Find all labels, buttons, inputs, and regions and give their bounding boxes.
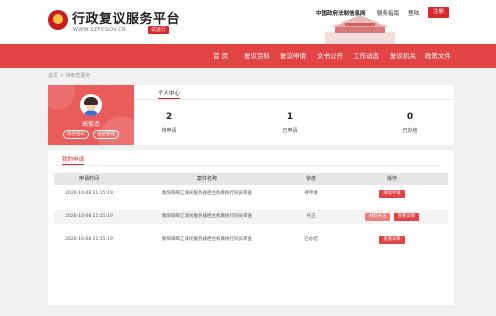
continue-application-button[interactable]: 继续申请 [379,190,405,198]
service-guide-link[interactable]: 服务指南 [377,9,399,19]
top-header: 行政复议服务平台 WWW.XZFY.GOV.CN 试运行 中国政府法制信息网 服… [0,0,496,44]
tab-divider [134,99,454,100]
applications-panel: 我的申请 申请时间 案件名称 状态 操作 2020-10-08 21:15:19… [48,150,454,305]
avatar [80,94,102,116]
row-actions: 查看详情 [349,233,435,247]
stat-applied-label: 已申请 [282,128,298,134]
gov-legal-info-link[interactable]: 中国政府法制信息网 [316,9,366,19]
title-divider [62,165,442,166]
row-case-name[interactable]: 衡阳珠晖江泽民服务器柜台机库执行同员审查 [127,187,287,201]
table-row: 2020-10-08 21:15:19 衡阳珠晖江泽民服务器柜台机库执行同员审查… [54,210,448,224]
row-case-name[interactable]: 衡阳珠晖江泽民服务器柜台机库执行同员审查 [127,210,287,224]
trial-badge: 试运行 [148,26,170,34]
view-details-button[interactable]: 查看详情 [379,236,405,244]
row-actions: 材料补正 查看详情 [349,210,435,224]
stat-applied-count[interactable]: 1 [270,112,310,122]
stat-closed-label: 已办结 [402,128,418,134]
view-details-button[interactable]: 查看详情 [393,213,419,221]
supplement-materials-button[interactable]: 材料补正 [365,213,391,221]
nav-item-encyclopedia[interactable]: 复议百科 [244,44,270,68]
nav-item-agencies[interactable]: 复议机关 [390,44,416,68]
tab-personal-center[interactable]: 个人中心 [158,89,180,97]
my-applications-title[interactable]: 我的申请 [62,155,84,163]
nav-item-home[interactable]: 首 页 [213,44,228,68]
column-header-case-name: 案件名称 [196,176,217,182]
nav-item-policies[interactable]: 政策文件 [425,44,451,68]
row-actions: 继续申请 [349,187,435,201]
username: 高俊杰 [81,121,100,128]
stat-closed-count[interactable]: 0 [390,112,430,122]
nav-item-documents[interactable]: 文书公开 [317,44,343,68]
row-time: 2020-10-08 21:15:19 [65,237,113,242]
change-password-button[interactable]: 修改密码 [63,130,89,139]
table-header: 申请时间 案件名称 状态 操作 [54,173,448,185]
nav-item-news[interactable]: 工作动态 [353,44,379,68]
delivery-management-button[interactable]: 送达管理 [93,130,119,139]
site-url: WWW.XZFY.GOV.CN [73,27,127,33]
row-status: 已办结 [304,237,318,242]
row-status: 待申请 [304,191,318,196]
row-time: 2020-10-08 21:15:19 [65,214,113,219]
column-header-actions: 操作 [386,176,397,182]
stats-panel: 个人中心 2 待申请 1 已申请 0 已办结 [134,85,454,145]
national-emblem-icon [48,10,68,30]
row-case-name[interactable]: 衡阳珠晖江泽民服务器柜台机库执行同员审查 [127,233,287,247]
table-row: 2020-10-08 21:15:19 衡阳珠晖江泽民服务器柜台机库执行同员审查… [54,187,448,201]
breadcrumb: 首页 > 待审查服务 [48,73,91,79]
register-button[interactable]: 注册 [428,7,449,18]
login-link[interactable]: 登陆 [408,9,419,19]
row-status: 补正 [306,214,316,219]
stat-pending-label: 待申请 [161,128,177,134]
stat-pending-count[interactable]: 2 [149,112,189,122]
main-nav: 首 页 复议百科 复议申请 文书公开 工作动态 复议机关 政策文件 [0,44,496,68]
nav-item-application[interactable]: 复议申请 [280,44,306,68]
table-row: 2020-10-08 21:15:19 衡阳珠晖江泽民服务器柜台机库执行同员审查… [54,233,448,247]
row-time: 2020-10-08 21:15:19 [65,191,113,196]
profile-card: 高俊杰 修改密码 送达管理 [48,85,134,145]
column-header-status: 状态 [305,176,316,182]
column-header-time: 申请时间 [78,176,99,182]
site-title[interactable]: 行政复议服务平台 [72,8,180,27]
